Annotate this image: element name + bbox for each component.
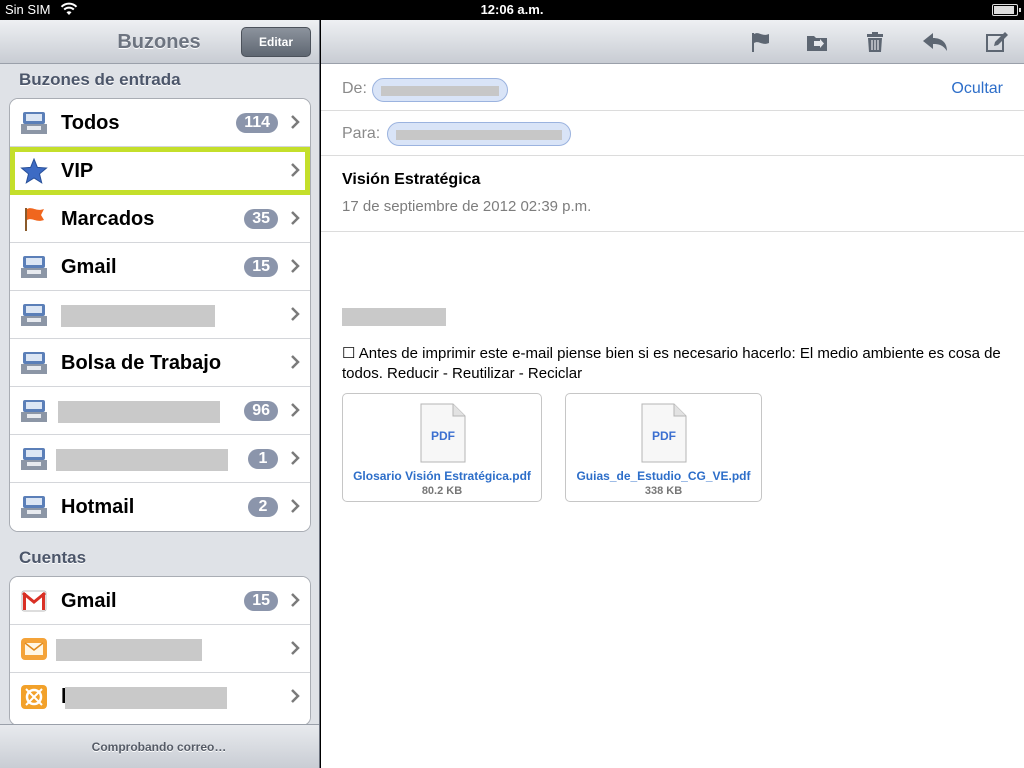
clock: 12:06 a.m. xyxy=(480,2,544,17)
status-bar: Sin SIM 12:06 a.m. xyxy=(0,0,1024,20)
accounts-list: Gmail 15 l xyxy=(9,576,311,726)
inboxes-header: Buzones de entrada xyxy=(19,70,181,89)
mailbox-marcados[interactable]: Marcados 35 xyxy=(10,195,310,243)
mailbox-vip[interactable]: VIP xyxy=(10,147,310,195)
mailbox-redacted[interactable]: 96 xyxy=(10,387,310,435)
chevron-right-icon xyxy=(291,259,300,273)
attachment-filename: Glosario Visión Estratégica.pdf xyxy=(353,469,531,483)
compose-icon[interactable] xyxy=(985,31,1009,53)
unread-badge: 1 xyxy=(248,449,278,469)
from-row: De: Ocultar xyxy=(321,64,1024,111)
unread-badge: 96 xyxy=(244,401,278,421)
inbox-tray-icon xyxy=(21,400,47,422)
accounts-header: Cuentas xyxy=(19,548,87,567)
sender-chip[interactable] xyxy=(372,78,508,102)
unread-badge: 15 xyxy=(244,591,278,611)
chevron-right-icon xyxy=(291,211,300,225)
pdf-type-label: PDF xyxy=(431,429,455,443)
chevron-right-icon xyxy=(291,307,300,321)
inbox-tray-icon xyxy=(21,256,47,278)
subject-row xyxy=(321,156,1024,232)
inbox-tray-icon xyxy=(21,112,47,134)
mailbox-label: Hotmail xyxy=(61,496,135,518)
chevron-right-icon xyxy=(291,689,300,703)
account-gmail[interactable]: Gmail 15 xyxy=(10,577,310,625)
inbox-tray-icon xyxy=(21,496,47,518)
chevron-right-icon xyxy=(291,593,300,607)
redacted-label xyxy=(56,449,228,471)
mailbox-bolsa-de-trabajo[interactable]: Bolsa de Trabajo xyxy=(10,339,310,387)
message-view: De: Ocultar Para: Visión Estratégica 17 … xyxy=(321,20,1024,768)
chevron-right-icon xyxy=(291,451,300,465)
gmail-icon xyxy=(21,590,47,612)
mailbox-todos[interactable]: Todos 114 xyxy=(10,99,310,147)
sidebar-footer: Comprobando correo… xyxy=(0,724,319,768)
attachment-size: 338 KB xyxy=(644,485,683,497)
chevron-right-icon xyxy=(291,355,300,369)
trash-icon[interactable] xyxy=(863,31,887,53)
recipient-chip[interactable] xyxy=(387,122,571,146)
hide-details-link[interactable]: Ocultar xyxy=(951,80,1003,98)
account-redacted[interactable] xyxy=(10,625,310,673)
pdf-type-label: PDF xyxy=(652,429,676,443)
mailbox-label: Bolsa de Trabajo xyxy=(61,352,222,374)
inbox-tray-icon xyxy=(21,448,47,470)
from-label: De: xyxy=(342,80,367,97)
message-date: 17 de septiembre de 2012 02:39 p.m. xyxy=(342,198,592,215)
account-redacted[interactable]: l xyxy=(10,673,310,721)
pdf-document-icon: PDF xyxy=(420,403,466,463)
mailbox-label: Todos xyxy=(61,112,120,134)
mailbox-hotmail[interactable]: Hotmail 2 xyxy=(10,483,310,531)
attachment-pdf[interactable]: PDF Guias_de_Estudio_CG_VE.pdf 338 KB xyxy=(565,393,762,502)
inboxes-list: Todos 114 VIP Marcados 35 Gmail 15 Bolsa… xyxy=(9,98,311,532)
mailbox-label: Marcados xyxy=(61,208,155,230)
redacted-label xyxy=(61,305,215,327)
battery-icon xyxy=(992,4,1021,16)
unread-badge: 35 xyxy=(244,209,278,229)
mailbox-label: VIP xyxy=(61,160,94,182)
mailbox-gmail[interactable]: Gmail 15 xyxy=(10,243,310,291)
account-label: Gmail xyxy=(61,590,117,612)
mailbox-redacted[interactable]: 1 xyxy=(10,435,310,483)
envelope-icon xyxy=(21,638,47,660)
message-toolbar xyxy=(321,20,1024,64)
flag-icon[interactable] xyxy=(749,31,773,53)
mailbox-label: Gmail xyxy=(61,256,117,278)
mailbox-redacted[interactable] xyxy=(10,291,310,339)
unread-badge: 2 xyxy=(248,497,278,517)
reply-icon[interactable] xyxy=(921,31,949,53)
flag-icon xyxy=(25,208,44,231)
to-label: Para: xyxy=(342,125,381,142)
orange-account-icon xyxy=(21,685,47,709)
attachment-filename: Guias_de_Estudio_CG_VE.pdf xyxy=(576,469,751,483)
redacted-label xyxy=(65,687,227,709)
message-body: ☐ Antes de imprimir este e-mail piense b… xyxy=(342,345,1001,382)
attachment-size: 80.2 KB xyxy=(421,485,463,497)
inbox-tray-icon xyxy=(21,304,47,326)
chevron-right-icon xyxy=(291,163,300,177)
redacted-label xyxy=(58,401,220,423)
edit-button[interactable]: Editar xyxy=(241,27,311,57)
unread-badge: 114 xyxy=(236,113,278,133)
sync-status: Comprobando correo… xyxy=(91,740,227,754)
inbox-tray-icon xyxy=(21,352,47,374)
chevron-right-icon xyxy=(291,403,300,417)
unread-badge: 15 xyxy=(244,257,278,277)
to-row: Para: xyxy=(321,111,1024,156)
chevron-right-icon xyxy=(291,499,300,513)
attachment-pdf[interactable]: PDF Glosario Visión Estratégica.pdf 80.2… xyxy=(342,393,542,502)
redacted-label xyxy=(56,639,202,661)
message-subject: Visión Estratégica xyxy=(342,171,481,188)
chevron-right-icon xyxy=(291,115,300,129)
chevron-right-icon xyxy=(291,641,300,655)
mailboxes-sidebar: Buzones Editar Buzones de entrada Todos … xyxy=(0,20,320,768)
redacted-greeting xyxy=(342,308,446,326)
star-icon xyxy=(20,158,48,184)
pdf-document-icon: PDF xyxy=(641,403,687,463)
sidebar-navbar: Buzones Editar xyxy=(0,20,319,64)
move-folder-icon[interactable] xyxy=(805,31,829,53)
